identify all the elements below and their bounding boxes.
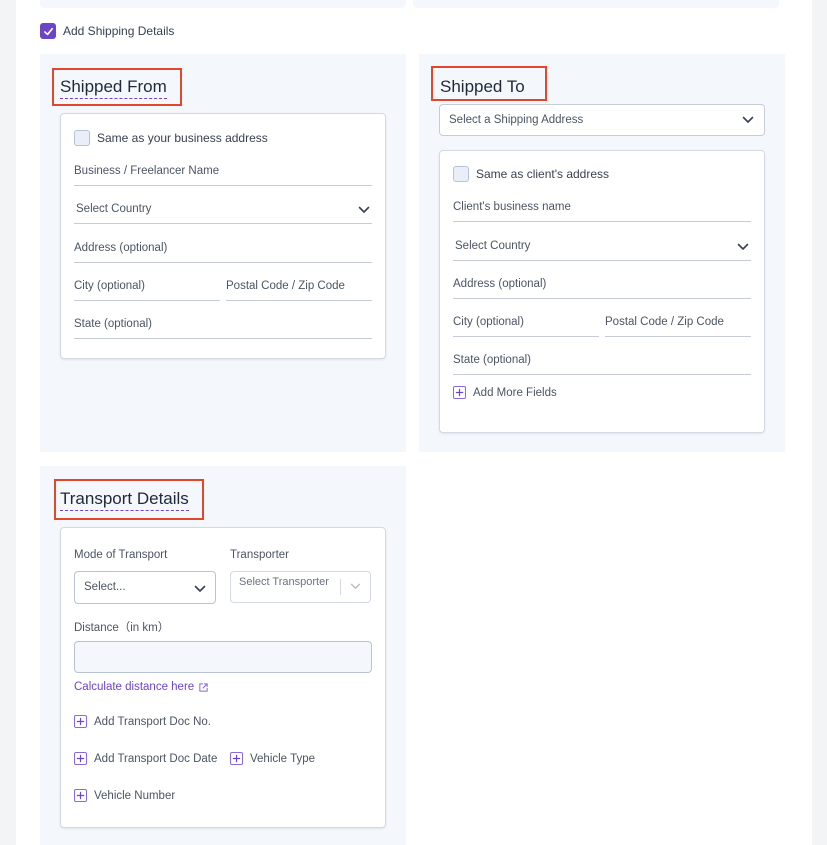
mode-of-transport-select[interactable]: Select...: [74, 571, 216, 604]
from-city-field[interactable]: City (optional): [74, 271, 220, 301]
same-as-business-address[interactable]: Same as your business address: [74, 130, 268, 146]
add-transport-doc-date-label: Add Transport Doc Date: [94, 752, 218, 765]
calculate-distance-link[interactable]: Calculate distance here: [74, 681, 209, 693]
transporter-label: Transporter: [230, 549, 290, 561]
add-shipping-details-label: Add Shipping Details: [63, 24, 175, 38]
mode-of-transport-placeholder: Select...: [84, 581, 126, 593]
add-vehicle-type-button[interactable]: Vehicle Type: [230, 752, 315, 765]
check-icon: [43, 27, 53, 35]
from-country-select[interactable]: Select Country: [74, 194, 372, 224]
add-transport-doc-date-button[interactable]: Add Transport Doc Date: [74, 752, 217, 765]
plus-square-icon: [74, 752, 87, 765]
add-transport-doc-no-button[interactable]: Add Transport Doc No.: [74, 715, 211, 728]
from-address-placeholder: Address (optional): [74, 242, 168, 254]
shipped-to-title: Shipped To: [440, 77, 525, 96]
from-address-field[interactable]: Address (optional): [74, 233, 372, 263]
chevron-down-icon: [737, 243, 749, 250]
to-country-placeholder: Select Country: [455, 240, 531, 252]
from-country-placeholder: Select Country: [76, 203, 152, 215]
from-city-placeholder: City (optional): [74, 280, 145, 292]
business-name-field[interactable]: Business / Freelancer Name: [74, 156, 372, 186]
chevron-down-icon: [350, 583, 361, 589]
to-state-placeholder: State (optional): [453, 354, 531, 366]
shipped-from-title: Shipped From: [60, 77, 167, 99]
select-separator: [340, 579, 341, 595]
previous-section-left: [40, 0, 406, 8]
plus-square-icon: [230, 752, 243, 765]
add-vehicle-type-label: Vehicle Type: [250, 752, 316, 765]
shipping-address-select[interactable]: Select a Shipping Address: [439, 104, 765, 136]
to-city-placeholder: City (optional): [453, 316, 524, 328]
add-more-fields-button[interactable]: Add More Fields: [453, 386, 557, 399]
same-as-client-label: Same as client's address: [476, 167, 610, 181]
chevron-down-icon: [742, 116, 754, 123]
checkbox-unchecked[interactable]: [74, 130, 90, 146]
plus-square-icon: [453, 386, 466, 399]
mode-of-transport-label: Mode of Transport: [74, 549, 168, 561]
to-country-select[interactable]: Select Country: [453, 231, 751, 261]
add-more-fields-label: Add More Fields: [473, 386, 557, 399]
same-as-business-label: Same as your business address: [97, 131, 268, 145]
from-state-field[interactable]: State (optional): [74, 309, 372, 339]
to-city-field[interactable]: City (optional): [453, 307, 599, 337]
from-state-placeholder: State (optional): [74, 318, 152, 330]
external-link-icon: [199, 682, 208, 692]
from-postal-placeholder: Postal Code / Zip Code: [226, 280, 345, 292]
transporter-placeholder: Select Transporter: [239, 576, 329, 588]
to-state-field[interactable]: State (optional): [453, 345, 751, 375]
chevron-down-icon: [358, 206, 370, 213]
page: Add Shipping Details Shipped From Same a…: [16, 0, 812, 845]
calculate-distance-label: Calculate distance here: [74, 681, 195, 693]
from-postal-field[interactable]: Postal Code / Zip Code: [226, 271, 372, 301]
previous-section-right: [413, 0, 779, 8]
plus-square-icon: [74, 715, 87, 728]
add-transport-doc-no-label: Add Transport Doc No.: [94, 715, 211, 728]
add-shipping-details-toggle[interactable]: Add Shipping Details: [40, 23, 174, 39]
chevron-down-icon: [194, 585, 206, 592]
client-name-placeholder: Client's business name: [453, 201, 571, 213]
checkbox-checked[interactable]: [40, 23, 56, 39]
same-as-client-address[interactable]: Same as client's address: [453, 166, 609, 182]
distance-input[interactable]: [74, 641, 372, 673]
client-name-field[interactable]: Client's business name: [453, 192, 751, 222]
plus-square-icon: [74, 789, 87, 802]
distance-label: Distance（in km）: [74, 622, 170, 634]
to-postal-field[interactable]: Postal Code / Zip Code: [605, 307, 751, 337]
to-address-field[interactable]: Address (optional): [453, 269, 751, 299]
transport-details-title: Transport Details: [60, 489, 189, 511]
transporter-select[interactable]: Select Transporter: [230, 571, 371, 603]
shipping-address-placeholder: Select a Shipping Address: [449, 114, 584, 126]
checkbox-unchecked[interactable]: [453, 166, 469, 182]
to-postal-placeholder: Postal Code / Zip Code: [605, 316, 724, 328]
add-vehicle-number-label: Vehicle Number: [94, 789, 176, 802]
business-name-placeholder: Business / Freelancer Name: [74, 165, 220, 177]
to-address-placeholder: Address (optional): [453, 278, 547, 290]
add-vehicle-number-button[interactable]: Vehicle Number: [74, 789, 175, 802]
